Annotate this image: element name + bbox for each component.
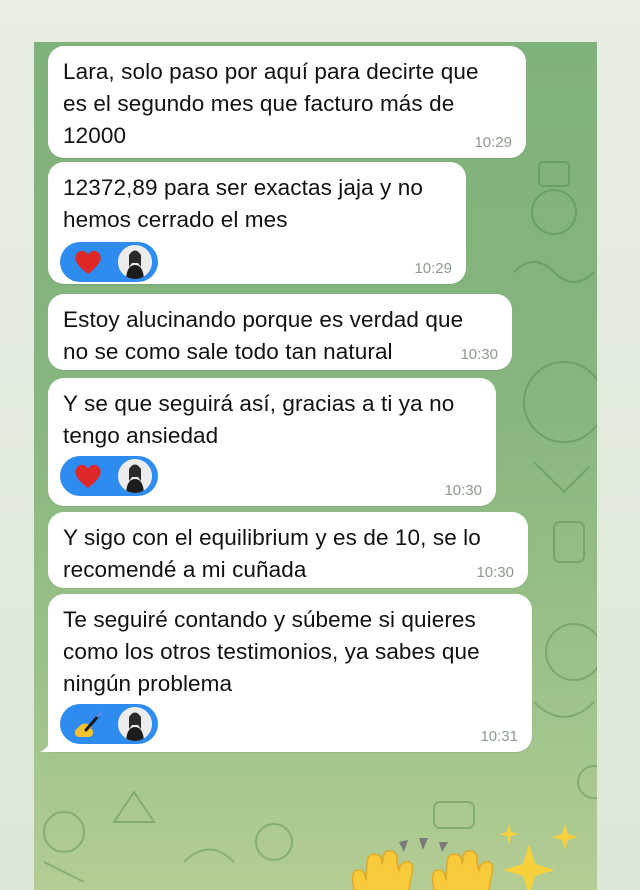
chat-area[interactable]: Lara, solo paso por aquí para decirte qu…: [34, 42, 597, 890]
message-text: 12372,89 para ser exactas jaja y no hemo…: [63, 175, 423, 232]
message-timestamp: 10:29: [474, 134, 512, 151]
avatar: [118, 245, 152, 279]
message-timestamp: 10:30: [460, 346, 498, 363]
avatar: [118, 459, 152, 493]
message-timestamp: 10:30: [476, 564, 514, 581]
red-heart-icon: [75, 464, 101, 488]
message-bubble[interactable]: Lara, solo paso por aquí para decirte qu…: [48, 46, 526, 158]
message-text: Estoy alucinando porque es verdad que no…: [63, 307, 464, 364]
message-bubble[interactable]: Y se que seguirá así, gracias a ti ya no…: [48, 378, 496, 506]
message-timestamp: 10:30: [444, 482, 482, 499]
bubble-tail: [40, 736, 56, 752]
red-heart-icon: [75, 250, 101, 274]
message-bubble[interactable]: Te seguiré contando y súbeme si quieres …: [48, 594, 532, 752]
avatar: [118, 707, 152, 741]
reaction-pill[interactable]: [60, 704, 158, 744]
message-text: Y se que seguirá así, gracias a ti ya no…: [63, 391, 455, 448]
writing-hand-icon: [75, 711, 103, 737]
message-text: Te seguiré contando y súbeme si quieres …: [63, 607, 480, 696]
reaction-pill[interactable]: [60, 242, 158, 282]
message-timestamp: 10:29: [414, 260, 452, 277]
message-bubble[interactable]: 12372,89 para ser exactas jaja y no hemo…: [48, 162, 466, 284]
reaction-pill[interactable]: [60, 456, 158, 496]
message-bubble[interactable]: Y sigo con el equilibrium y es de 10, se…: [48, 512, 528, 588]
message-timestamp: 10:31: [480, 728, 518, 745]
raising-hands-sparkles-sticker[interactable]: [339, 824, 589, 890]
message-text: Y sigo con el equilibrium y es de 10, se…: [63, 525, 481, 582]
message-bubble[interactable]: Estoy alucinando porque es verdad que no…: [48, 294, 512, 370]
message-text: Lara, solo paso por aquí para decirte qu…: [63, 59, 479, 148]
